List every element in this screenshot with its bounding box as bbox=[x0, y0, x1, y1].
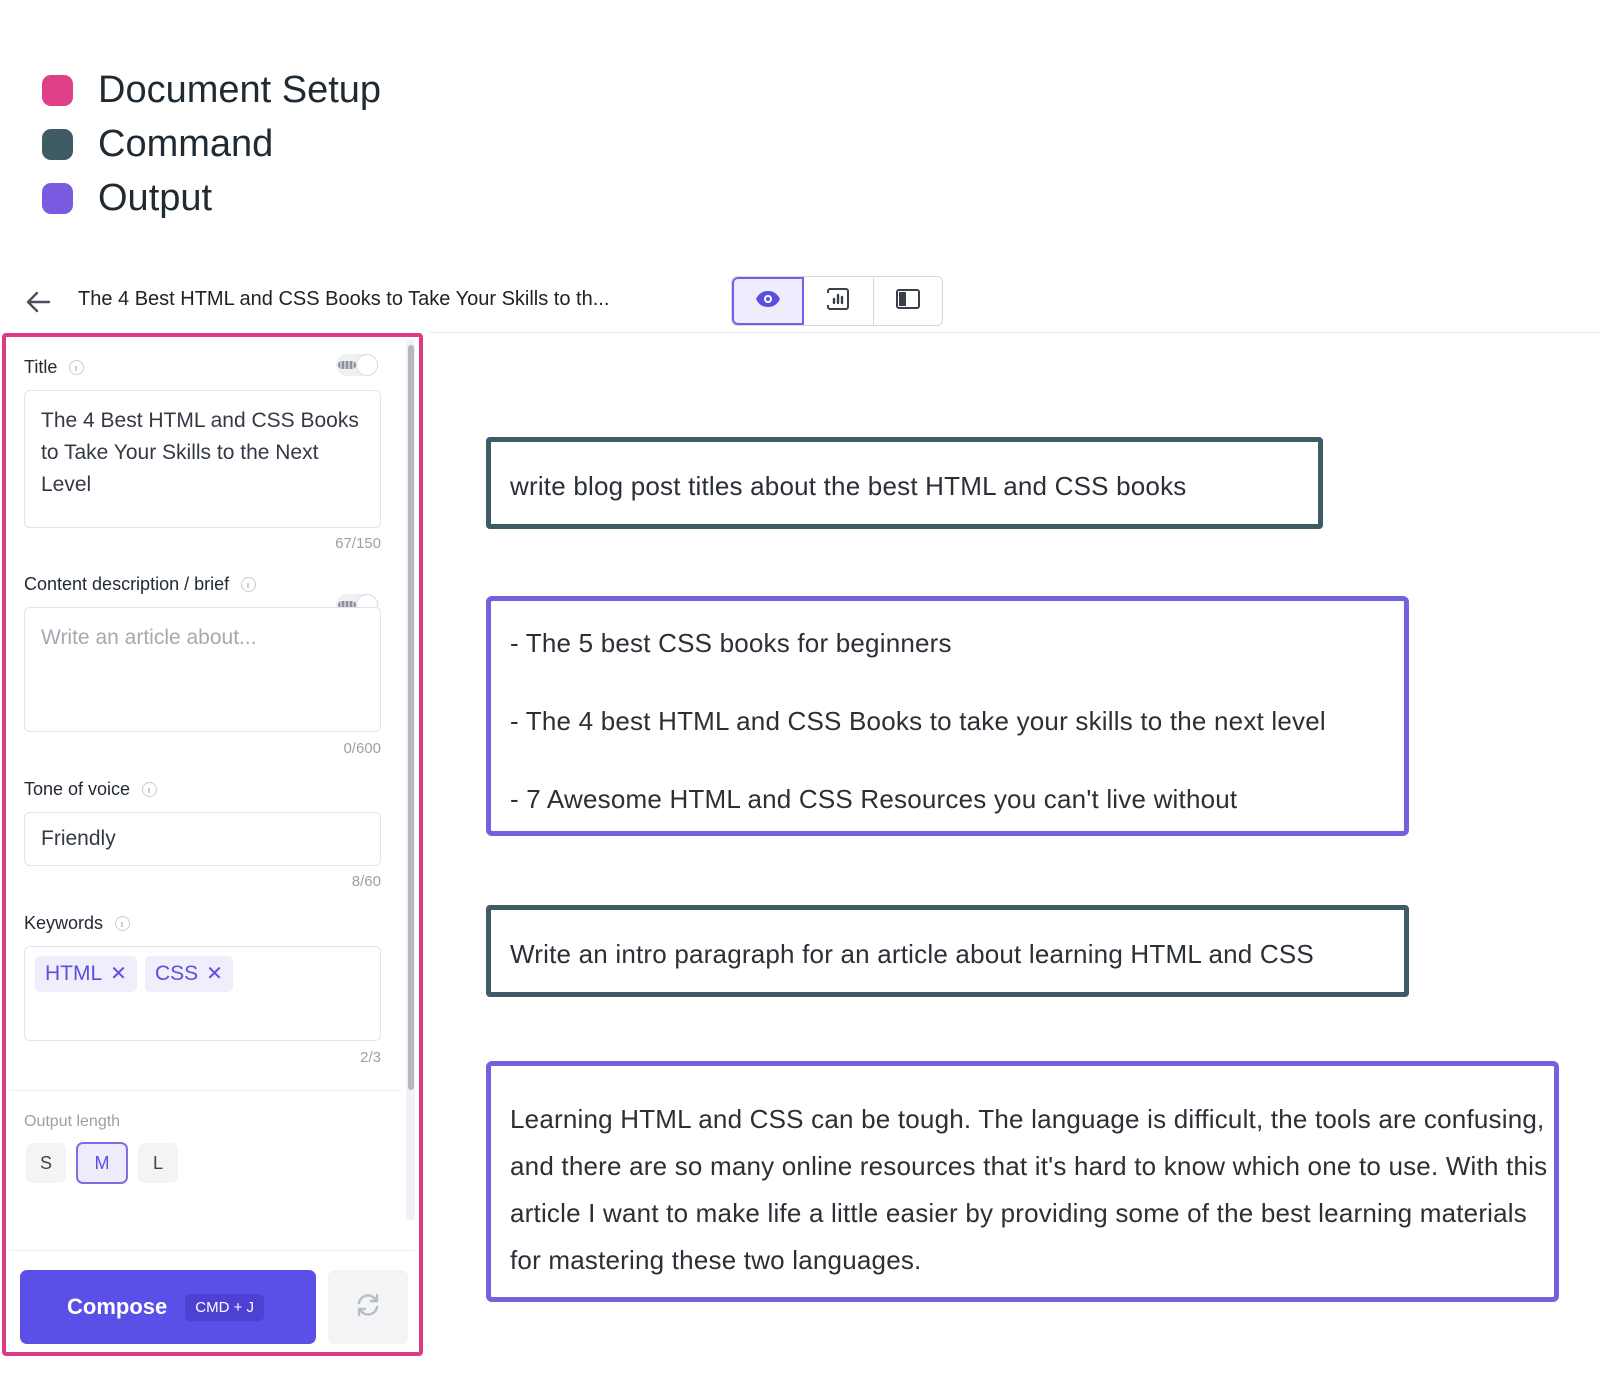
tone-input[interactable]: Friendly bbox=[24, 812, 381, 866]
legend-label: Command bbox=[98, 122, 274, 165]
output-box-2[interactable]: Learning HTML and CSS can be tough. The … bbox=[486, 1061, 1559, 1302]
brief-input[interactable]: Write an article about... bbox=[24, 607, 381, 732]
compose-shortcut: CMD + J bbox=[185, 1293, 265, 1321]
header-divider bbox=[430, 332, 1600, 333]
output-box-1[interactable]: - The 5 best CSS books for beginners - T… bbox=[486, 596, 1409, 836]
keywords-input[interactable]: HTML ✕ CSS ✕ bbox=[24, 946, 381, 1041]
tone-field-label: Tone of voice bbox=[24, 779, 158, 800]
keyword-tag-css[interactable]: CSS ✕ bbox=[144, 956, 233, 992]
command-box-1[interactable]: write blog post titles about the best HT… bbox=[486, 437, 1323, 529]
document-setup-swatch bbox=[42, 74, 73, 106]
command-text: Write an intro paragraph for an article … bbox=[510, 939, 1314, 969]
eye-icon bbox=[755, 290, 781, 313]
output-line: - The 5 best CSS books for beginners bbox=[510, 628, 952, 658]
command-box-2[interactable]: Write an intro paragraph for an article … bbox=[486, 905, 1409, 997]
remove-tag-icon[interactable]: ✕ bbox=[206, 958, 223, 990]
brief-placeholder: Write an article about... bbox=[41, 626, 257, 649]
refresh-icon bbox=[354, 1291, 382, 1324]
keywords-counter: 2/3 bbox=[360, 1049, 381, 1066]
command-swatch bbox=[42, 128, 73, 160]
legend-label: Document Setup bbox=[98, 68, 382, 111]
back-arrow-icon[interactable] bbox=[24, 288, 52, 316]
title-label: Title bbox=[24, 357, 58, 377]
compose-label: Compose bbox=[67, 1294, 168, 1319]
info-icon[interactable] bbox=[142, 782, 158, 797]
keywords-label: Keywords bbox=[24, 913, 104, 933]
output-paragraph: Learning HTML and CSS can be tough. The … bbox=[510, 1104, 1548, 1275]
length-option-l[interactable]: L bbox=[138, 1143, 178, 1183]
output-swatch bbox=[42, 182, 73, 214]
legend-item-document-setup: Document Setup bbox=[42, 68, 382, 111]
sidebar-view-button[interactable] bbox=[874, 277, 942, 325]
title-field-label: Title bbox=[24, 357, 85, 378]
tag-label: HTML bbox=[45, 962, 103, 985]
stats-view-button[interactable] bbox=[804, 277, 874, 325]
length-option-m[interactable]: M bbox=[76, 1142, 128, 1184]
panel-scrollbar-thumb[interactable] bbox=[408, 345, 414, 1090]
output-line: - 7 Awesome HTML and CSS Resources you c… bbox=[510, 784, 1238, 814]
sidebar-icon bbox=[895, 288, 921, 315]
regenerate-button[interactable] bbox=[328, 1270, 408, 1344]
preview-view-button[interactable] bbox=[732, 277, 805, 325]
chart-icon bbox=[825, 287, 851, 316]
brief-counter: 0/600 bbox=[343, 740, 381, 757]
command-text: write blog post titles about the best HT… bbox=[510, 471, 1187, 501]
keyword-tag-html[interactable]: HTML ✕ bbox=[35, 956, 137, 992]
legend-item-output: Output bbox=[42, 176, 213, 219]
length-option-s[interactable]: S bbox=[26, 1143, 66, 1183]
info-icon[interactable] bbox=[69, 360, 85, 375]
info-icon[interactable] bbox=[241, 577, 257, 592]
view-toggle-group bbox=[731, 276, 943, 326]
remove-tag-icon[interactable]: ✕ bbox=[110, 958, 127, 990]
info-icon[interactable] bbox=[115, 916, 131, 931]
legend-item-command: Command bbox=[42, 122, 274, 165]
output-line: - The 4 best HTML and CSS Books to take … bbox=[510, 706, 1326, 736]
compose-button[interactable]: Compose CMD + J bbox=[20, 1270, 316, 1344]
tone-counter: 8/60 bbox=[351, 873, 381, 890]
title-input[interactable]: The 4 Best HTML and CSS Books to Take Yo… bbox=[24, 390, 381, 528]
tag-label: CSS bbox=[154, 962, 199, 985]
keywords-field-label: Keywords bbox=[24, 913, 131, 934]
title-toggle[interactable] bbox=[336, 354, 378, 376]
document-title: The 4 Best HTML and CSS Books to Take Yo… bbox=[78, 288, 610, 310]
tone-label: Tone of voice bbox=[24, 779, 131, 799]
brief-field-label: Content description / brief bbox=[24, 574, 257, 595]
brief-label: Content description / brief bbox=[24, 574, 230, 594]
legend-label: Output bbox=[98, 176, 213, 219]
section-divider bbox=[10, 1090, 402, 1091]
title-counter: 67/150 bbox=[335, 535, 381, 552]
footer-divider bbox=[10, 1250, 415, 1251]
output-length-label: Output length bbox=[24, 1113, 121, 1130]
